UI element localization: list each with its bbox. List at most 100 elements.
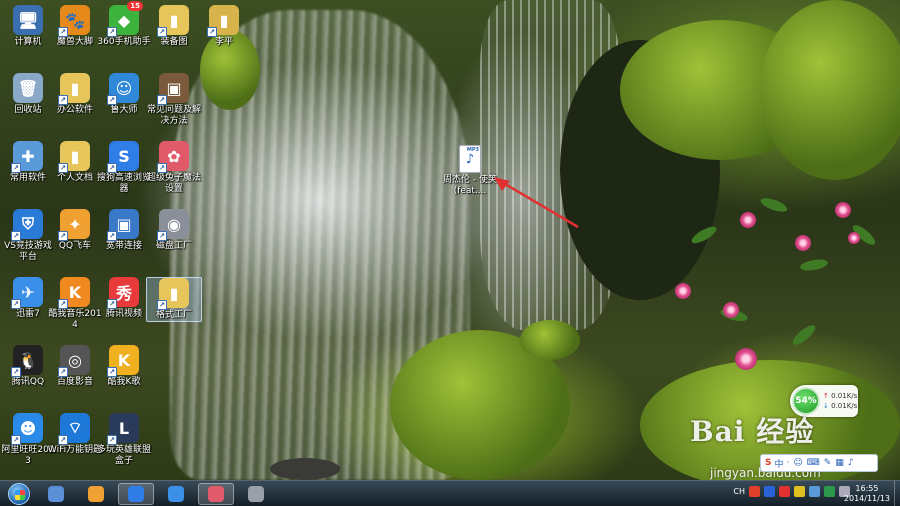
clock-date: 2014/11/13: [843, 494, 890, 503]
desktop-icon[interactable]: ▮ ↗ 格式工厂: [146, 277, 202, 322]
sogou-ime-icon[interactable]: S: [765, 458, 771, 468]
notification-icon[interactable]: [794, 486, 805, 497]
flower: [735, 348, 757, 370]
icon-glyph: K: [117, 350, 131, 370]
superrabbit-icon: [208, 485, 224, 502]
icon-glyph: ▮: [219, 10, 229, 30]
shortcut-arrow-icon: ↗: [11, 231, 21, 241]
ime-toolbar[interactable]: S 中 · ☺ ⌨ ✎ ▦ ♪: [760, 454, 878, 472]
desktop-icon[interactable]: 🐾 ↗ 魔兽大脚: [47, 5, 103, 48]
shortcut-arrow-icon: ↗: [107, 27, 117, 37]
leaf: [799, 257, 829, 273]
shortcut-arrow-icon: ↗: [157, 231, 167, 241]
app-icon: 🐾 ↗: [58, 5, 90, 37]
ime-tool-icon[interactable]: ☺: [793, 458, 802, 468]
desktop-icon[interactable]: K ↗ 酷我音乐2014: [47, 277, 103, 331]
desktop-icon[interactable]: ⌔ ↗ WiFi万能钥匙: [47, 413, 103, 456]
desktop-icon-label: 360手机助手: [97, 37, 151, 47]
shortcut-arrow-icon: ↗: [58, 231, 68, 241]
speed-rates: ↑ 0.01K/s ↓ 0.01K/s: [823, 391, 857, 411]
show-desktop-button[interactable]: [894, 481, 900, 506]
download-rate: 0.01K/s: [831, 402, 858, 410]
desktop-icon[interactable]: 秀 ↗ 腾讯视频: [96, 277, 152, 320]
shortcut-arrow-icon: ↗: [58, 163, 68, 173]
taskbar-app-sogou-browser[interactable]: [118, 482, 154, 505]
icon-glyph: ▮: [70, 146, 80, 166]
ime-tool-icon[interactable]: ·: [787, 458, 790, 468]
shortcut-arrow-icon: ↗: [157, 27, 167, 37]
shortcut-arrow-icon: ↗: [107, 95, 117, 105]
taskbar-app-superrabbit[interactable]: [198, 482, 234, 505]
desktop-icon[interactable]: ▮ ↗ 李平: [196, 5, 252, 48]
desktop-icon[interactable]: S ↗ 搜狗高速浏览器: [96, 141, 152, 195]
taskbar-app-360-browser[interactable]: [78, 483, 114, 505]
ime-tool-icon[interactable]: ⌨: [807, 458, 820, 468]
desktop-icon[interactable]: ▮ ↗ 个人文档: [47, 141, 103, 184]
desktop-icon[interactable]: ▣ ↗ 常见问题及解决方法: [146, 73, 202, 127]
app-icon: 秀 ↗: [107, 277, 139, 309]
icon-glyph: ✈: [21, 282, 35, 302]
desktop-icon[interactable]: ✿ ↗ 超级兔子魔法设置: [146, 141, 202, 195]
desktop-icon[interactable]: ◎ ↗ 百度影音: [47, 345, 103, 388]
watermark-text: Bai 经验: [690, 415, 815, 448]
desktop-icon[interactable]: ▣ ↗ 宽带连接: [96, 209, 152, 252]
sogou-tray-icon[interactable]: [749, 486, 760, 497]
app-tray-icon[interactable]: [824, 486, 835, 497]
taskbar-app-xunlei[interactable]: [158, 483, 194, 505]
desktop-icon-label: QQ飞车: [58, 241, 92, 251]
desktop-icon[interactable]: ▮ ↗ 装备图: [146, 5, 202, 48]
ime-tool-icon[interactable]: ♪: [848, 458, 854, 468]
icon-glyph: ⛨: [21, 214, 34, 233]
desktop-icon-label: 超级兔子魔法设置: [146, 173, 201, 194]
app-icon: ⛨ ↗: [11, 209, 43, 241]
ime-tool-icon[interactable]: ▦: [835, 458, 844, 468]
flower: [795, 235, 811, 251]
desktop-icon-label: 李平: [214, 37, 233, 47]
rock-bottom: [270, 458, 340, 480]
desktop-icon-label: 酷我K歌: [107, 377, 141, 387]
desktop-icon[interactable]: K ↗ 酷我K歌: [96, 345, 152, 388]
desktop-icon[interactable]: ◆ ↗ 15 360手机助手: [96, 1, 152, 48]
help-icon[interactable]: [764, 486, 775, 497]
icon-glyph: 秀: [115, 284, 132, 303]
download-arrow-icon: ↓: [823, 402, 829, 410]
shortcut-arrow-icon: ↗: [58, 367, 68, 377]
shortcut-arrow-icon: ↗: [157, 163, 167, 173]
app-icon: ☺ ↗: [107, 73, 139, 105]
flower: [723, 302, 739, 318]
ime-tool-icon[interactable]: ✎: [824, 458, 832, 468]
start-button[interactable]: [4, 481, 34, 506]
app-icon: ▮ ↗: [58, 141, 90, 173]
desktop-icon-label: 格式工厂: [155, 310, 192, 320]
icon-glyph: ✚: [21, 146, 35, 166]
app-icon: K ↗: [107, 345, 139, 377]
shortcut-arrow-icon: ↗: [58, 435, 68, 445]
icon-glyph: ✿: [167, 146, 181, 166]
icon-glyph: S: [118, 146, 130, 166]
taskbar-app-disk-factory[interactable]: [238, 483, 274, 505]
network-icon[interactable]: [809, 486, 820, 497]
desktop-icon[interactable]: ▮ ↗ 办公软件: [47, 73, 103, 116]
icon-glyph: ✦: [68, 214, 82, 234]
moss-small: [520, 320, 580, 360]
desktop-icon-label: 装备图: [160, 37, 188, 47]
desktop-icon[interactable]: L ↗ 多玩英雄联盟盒子: [96, 413, 152, 467]
shortcut-arrow-icon: ↗: [11, 163, 21, 173]
app-icon: 🐧 ↗: [11, 345, 43, 377]
moss-upper-right: [760, 0, 900, 180]
desktop-icon[interactable]: ◉ ↗ 磁盘工厂: [146, 209, 202, 252]
windows-logo-icon: [8, 482, 30, 505]
security-tray-icon[interactable]: [779, 486, 790, 497]
language-indicator[interactable]: CH: [733, 487, 745, 496]
taskbar-app-media-player[interactable]: [38, 483, 74, 505]
clock[interactable]: 16:55 2014/11/13: [844, 484, 890, 504]
icon-glyph: ▮: [70, 78, 80, 98]
desktop-icon-label: 磁盘工厂: [155, 241, 192, 251]
icon-glyph: L: [118, 418, 130, 438]
app-icon: 🖥: [13, 5, 43, 35]
ime-mode-toggle[interactable]: 中: [774, 457, 783, 470]
desktop-icon[interactable]: ☺ ↗ 鲁大师: [96, 73, 152, 116]
shortcut-arrow-icon: ↗: [157, 95, 167, 105]
notification-badge: 15: [127, 1, 143, 11]
desktop-icon[interactable]: ✦ ↗ QQ飞车: [47, 209, 103, 252]
